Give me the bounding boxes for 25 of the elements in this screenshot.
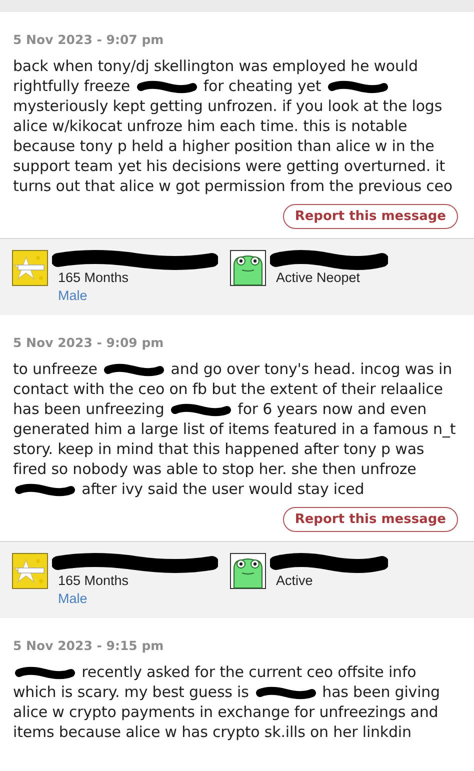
frog-avatar-icon <box>230 250 266 286</box>
account-age: 165 Months <box>58 573 130 588</box>
redaction-scribble <box>13 483 77 497</box>
gender-label: Male <box>58 591 88 606</box>
account-age: 165 Months <box>58 270 130 285</box>
star-avatar-icon <box>12 553 48 589</box>
message-text: back when tony/dj skellington was employed he would rightfully freeze for cheating yet mysteriously kept getting unfrozen. if you look at the logs alice w/kikocat unfroze him each time. this is notable because tony p held a higher position than alice w in the support team yet his decisions were getting overturned. it turns out that alice w got permission from the previous ceo <box>13 56 454 196</box>
redaction-scribble <box>254 686 318 700</box>
post-date: 5 Nov 2023 - 9:15 pm <box>13 638 165 653</box>
report-button[interactable]: Report this message <box>282 204 458 229</box>
post-date: 5 Nov 2023 - 9:07 pm <box>13 32 165 47</box>
redaction-scribble <box>134 80 199 94</box>
gender-label: Male <box>58 288 88 303</box>
frog-avatar-icon <box>230 553 266 589</box>
message-text: recently asked for the current ceo offsite info which is scary. my best guess is has been giving alice w crypto payments in exchange for unfreezings and items because alice w has crypto sk.ills on her linkdin <box>13 662 441 742</box>
redaction-scribble <box>102 363 166 377</box>
report-button[interactable]: Report this message <box>282 507 458 532</box>
pet-status: Active Neopet <box>276 270 362 285</box>
redaction-scribble <box>168 403 233 417</box>
redaction-scribble <box>13 666 77 680</box>
post-date: 5 Nov 2023 - 9:09 pm <box>13 335 165 350</box>
message-text: to unfreeze and go over tony's head. incog was in contact with the ceo on fb but the extent of their relaalice has been unfreezing for 6 years now and even generated him a large list of items featured in a famous n_t story. keep in mind that this happened after tony p was fired so nobody was able to stop her. she then unfroze after ivy said the user would stay iced <box>13 359 457 499</box>
star-avatar-icon <box>12 250 48 286</box>
redaction-scribble <box>326 80 390 94</box>
pet-status: Active <box>276 573 314 588</box>
